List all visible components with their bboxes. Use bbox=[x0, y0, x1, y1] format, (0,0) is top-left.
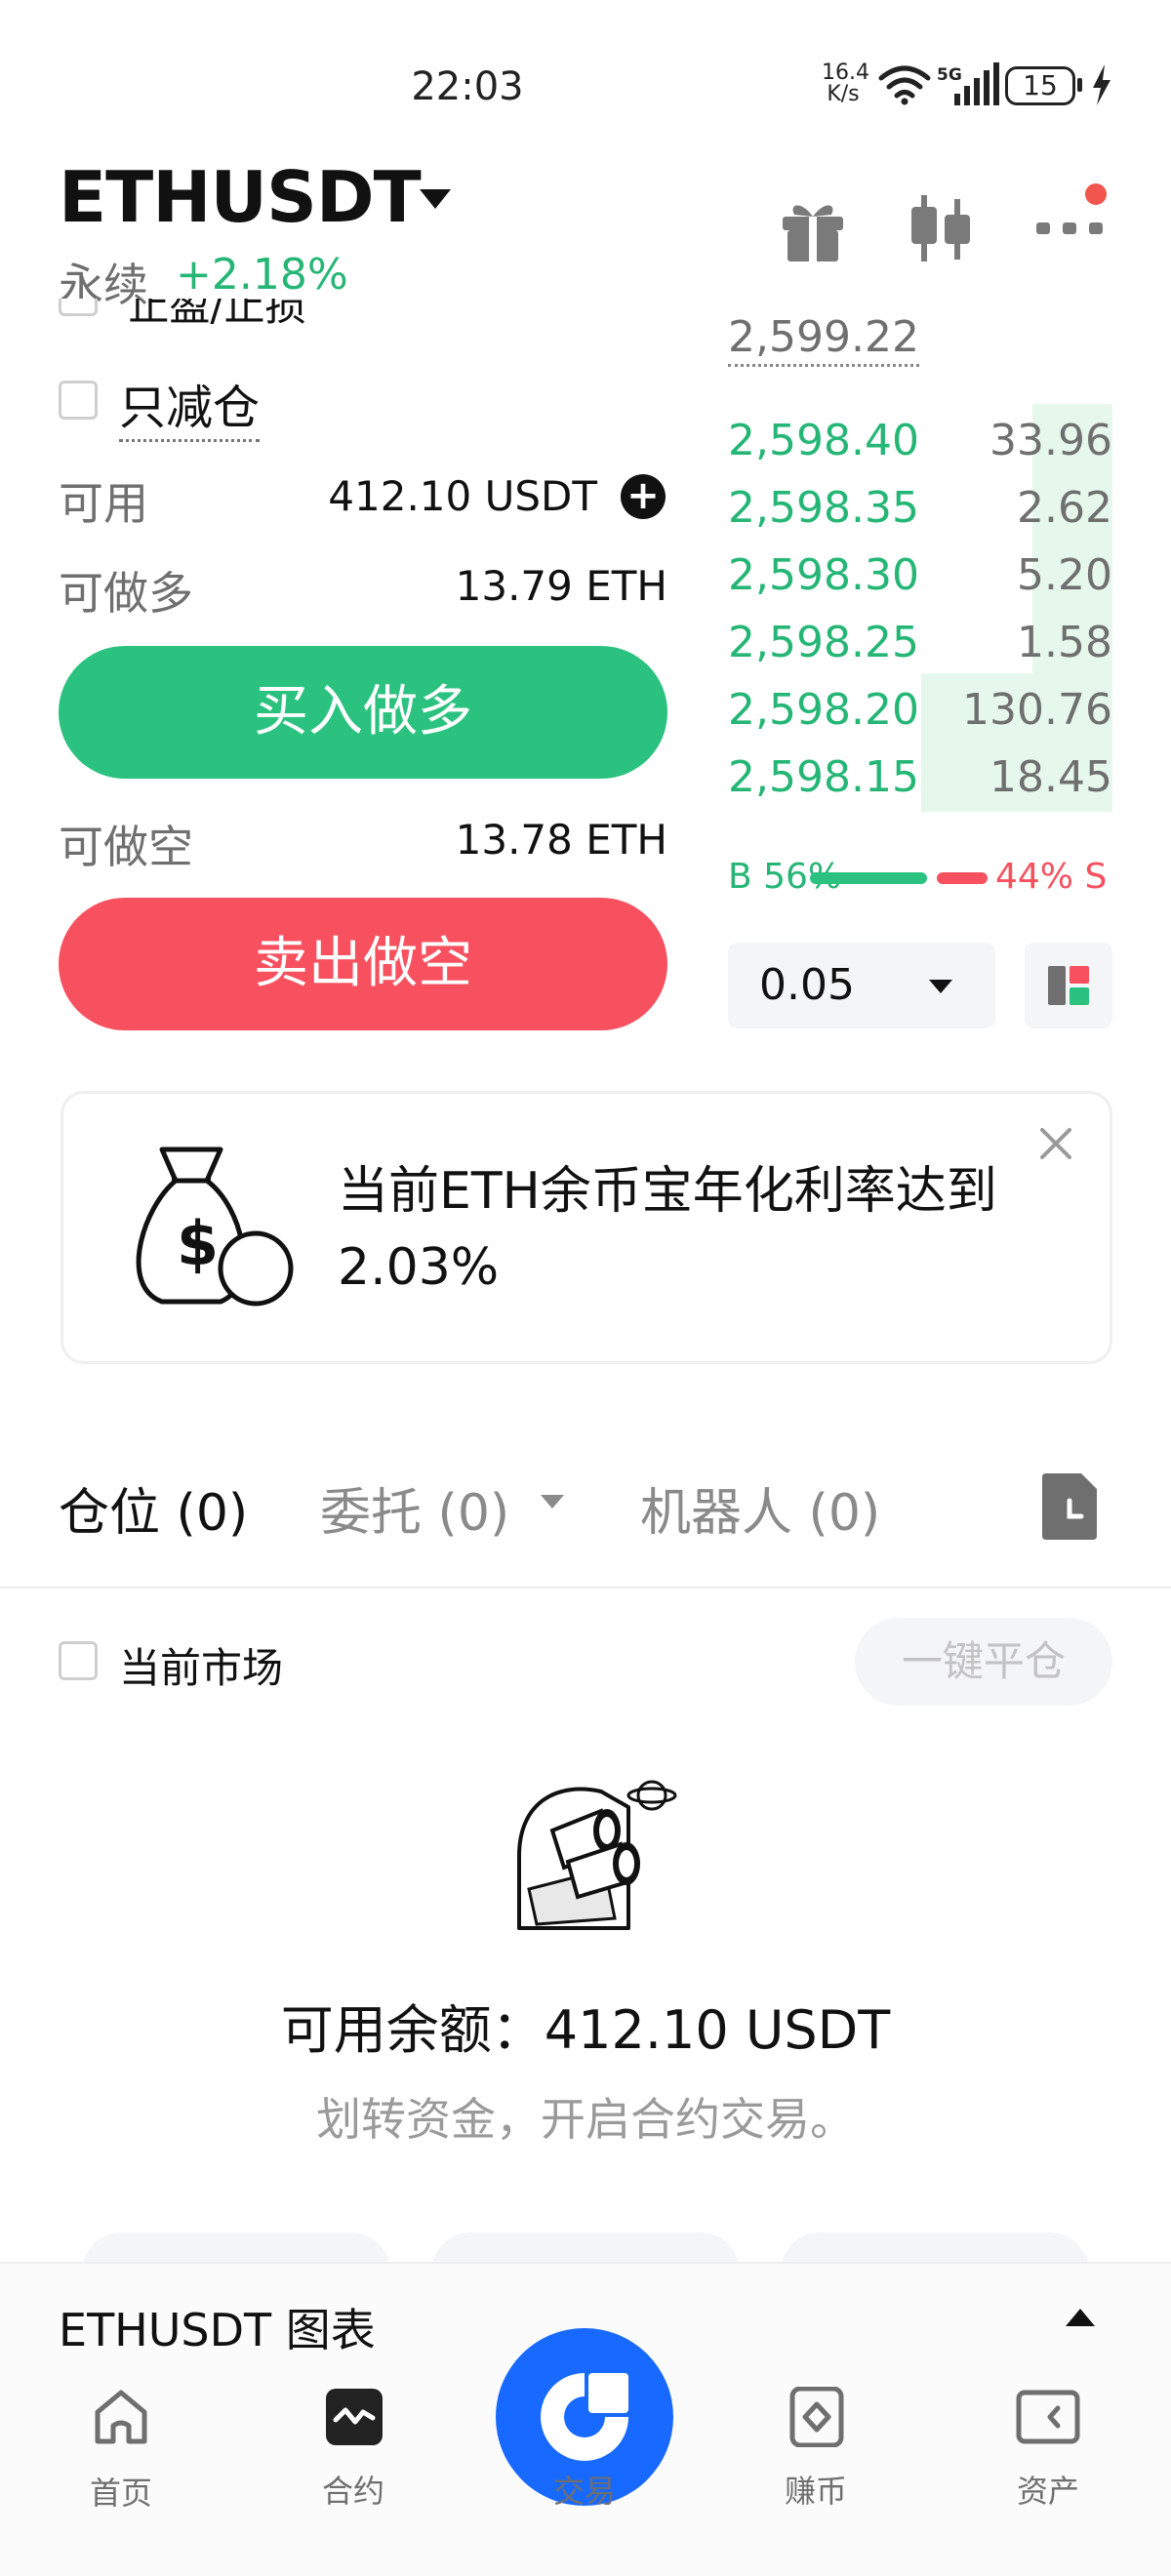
home-icon bbox=[95, 2390, 147, 2444]
gift-icon[interactable] bbox=[779, 195, 847, 267]
wifi-icon bbox=[878, 64, 931, 109]
close-icon[interactable] bbox=[1036, 1124, 1075, 1167]
take-profit-stop-loss-row[interactable]: 止盈/止损 bbox=[59, 299, 306, 328]
charging-icon bbox=[1091, 64, 1112, 109]
available-balance: 可用余额：412.10 USDT bbox=[280, 1999, 891, 2061]
orderbook-bid-row[interactable]: 2,598.35 2.62 bbox=[728, 475, 1112, 542]
battery-indicator: 15 bbox=[1005, 66, 1075, 105]
status-time: 22:03 bbox=[411, 64, 524, 109]
history-document-icon[interactable] bbox=[1038, 1471, 1101, 1546]
orderbook-price[interactable]: 2,599.22 bbox=[728, 312, 919, 367]
more-icon[interactable] bbox=[1034, 221, 1105, 240]
network-speed-value: 16.4 bbox=[822, 60, 869, 85]
bid-qty: 5.20 bbox=[1017, 550, 1112, 600]
nav-home-label: 首页 bbox=[89, 2475, 152, 2512]
max-long-label: 可做多 bbox=[59, 567, 193, 620]
promo-text: 当前ETH余币宝年化利率达到2.03% bbox=[338, 1162, 997, 1297]
nav-assets-label: 资产 bbox=[1016, 2473, 1079, 2510]
earn-icon bbox=[789, 2387, 844, 2447]
transfer-hint: 划转资金，开启合约交易。 bbox=[316, 2093, 855, 2146]
orderbook-bid-row[interactable]: 2,598.20 130.76 bbox=[728, 677, 1112, 744]
notification-dot bbox=[1085, 183, 1107, 205]
wallet-icon bbox=[1016, 2390, 1080, 2444]
bid-price: 2,598.25 bbox=[728, 618, 919, 667]
chevron-down-icon bbox=[927, 978, 954, 999]
network-type: 5G bbox=[937, 65, 962, 85]
bid-price: 2,598.35 bbox=[728, 483, 919, 533]
depth-step-value: 0.05 bbox=[759, 960, 855, 1010]
bid-qty: 18.45 bbox=[989, 752, 1112, 802]
nav-trade-label[interactable]: 交易 bbox=[506, 2467, 663, 2512]
binoculars-illustration-icon bbox=[507, 1772, 683, 1942]
nav-contract[interactable]: 合约 bbox=[275, 2387, 431, 2553]
orderbook-bid-row[interactable]: 2,598.30 5.20 bbox=[728, 543, 1112, 609]
max-short-value: 13.78 ETH bbox=[455, 816, 667, 864]
signal-icon: 5G bbox=[937, 62, 1001, 111]
orderbook-layout-button[interactable] bbox=[1025, 943, 1112, 1028]
bid-qty: 2.62 bbox=[1017, 483, 1112, 533]
orderbook-bid-row[interactable]: 2,598.25 1.58 bbox=[728, 610, 1112, 676]
max-short-label: 可做空 bbox=[59, 821, 193, 873]
bid-price: 2,598.30 bbox=[728, 550, 919, 600]
sell-short-button[interactable]: 卖出做空 bbox=[59, 898, 667, 1030]
orderbook-bid-row[interactable]: 2,598.15 18.45 bbox=[728, 745, 1112, 811]
nav-earn[interactable]: 赚币 bbox=[738, 2387, 894, 2553]
tp-sl-label: 止盈/止损 bbox=[128, 299, 305, 328]
available-label: 可用 bbox=[59, 477, 148, 530]
chevron-up-icon[interactable] bbox=[1064, 2307, 1097, 2332]
bid-qty: 130.76 bbox=[962, 685, 1112, 735]
pair-title[interactable]: ETHUSDT bbox=[59, 156, 422, 238]
reduce-only-checkbox[interactable] bbox=[59, 381, 98, 420]
bid-price: 2,598.20 bbox=[728, 685, 919, 735]
svg-text:$: $ bbox=[177, 1208, 219, 1279]
tp-sl-checkbox[interactable] bbox=[59, 299, 98, 316]
reduce-only-label: 只减仓 bbox=[119, 369, 261, 442]
bid-qty: 33.96 bbox=[989, 416, 1112, 465]
battery-tip bbox=[1077, 78, 1082, 92]
tab-positions[interactable]: 仓位 (0) bbox=[59, 1471, 248, 1545]
chart-sheet-title[interactable]: ETHUSDT 图表 bbox=[59, 2295, 376, 2359]
max-long-value: 13.79 ETH bbox=[455, 562, 667, 610]
nav-home[interactable]: 首页 bbox=[43, 2387, 199, 2553]
divider bbox=[0, 1587, 1171, 1589]
pair-dropdown-icon[interactable] bbox=[418, 187, 453, 215]
nav-contract-label: 合约 bbox=[321, 2473, 384, 2510]
current-market-checkbox[interactable] bbox=[59, 1641, 98, 1680]
contract-icon bbox=[326, 2389, 383, 2445]
bid-price: 2,598.40 bbox=[728, 416, 919, 465]
transfer-plus-icon[interactable]: + bbox=[621, 474, 666, 519]
available-value: 412.10 USDT bbox=[328, 472, 597, 520]
orderbook-bid-row[interactable]: 2,598.40 33.96 bbox=[728, 408, 1112, 474]
sell-ratio-bar bbox=[937, 872, 988, 884]
bid-qty: 1.58 bbox=[1017, 618, 1112, 667]
tab-bots[interactable]: 机器人 (0) bbox=[640, 1471, 880, 1545]
nav-assets[interactable]: 资产 bbox=[970, 2387, 1126, 2553]
sell-ratio: 44% S bbox=[995, 857, 1108, 897]
layout-icon bbox=[1048, 966, 1089, 1005]
nav-earn-label: 赚币 bbox=[784, 2473, 847, 2510]
bid-price: 2,598.15 bbox=[728, 752, 919, 802]
buy-long-button[interactable]: 买入做多 bbox=[59, 646, 667, 779]
chevron-down-icon[interactable] bbox=[539, 1493, 566, 1514]
price-change: +2.18% bbox=[176, 250, 348, 300]
network-speed: 16.4 K/s bbox=[822, 60, 869, 106]
money-bag-icon: $ bbox=[123, 1140, 299, 1319]
current-market-label: 当前市场 bbox=[119, 1644, 284, 1692]
network-speed-unit: K/s bbox=[827, 82, 860, 106]
close-all-button[interactable]: 一键平仓 bbox=[855, 1618, 1112, 1706]
candlestick-chart-icon[interactable] bbox=[908, 193, 976, 267]
buy-ratio-bar bbox=[810, 872, 927, 884]
tab-orders[interactable]: 委托 (0) bbox=[320, 1471, 509, 1545]
